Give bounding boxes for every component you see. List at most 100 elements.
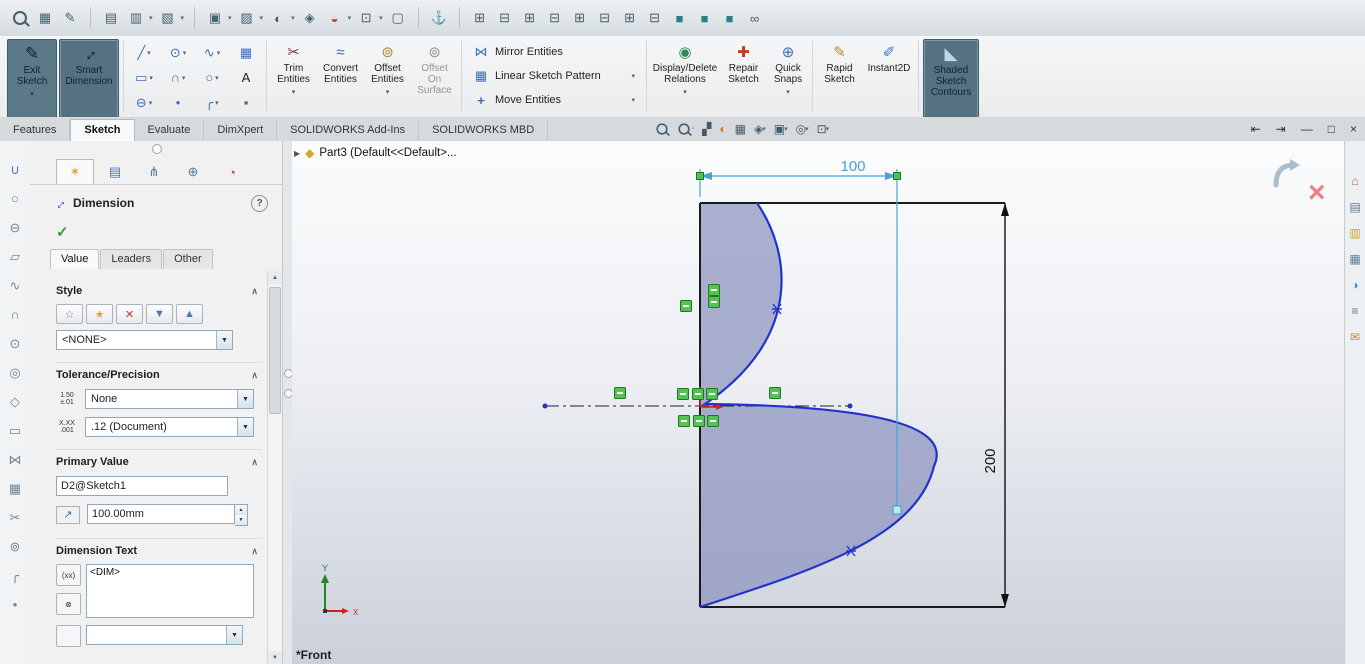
attachment-icon[interactable]: ∞: [745, 7, 765, 29]
mirror-entities-button[interactable]: ⋈ Mirror Entities: [465, 40, 643, 64]
ring-tool-icon[interactable]: ◎: [9, 366, 20, 380]
dimension-value-control[interactable]: 100.00mm ▲ ▼: [87, 504, 248, 526]
slot-tool-icon[interactable]: ⊖ ▾: [127, 90, 161, 115]
save-icon[interactable]: ▧: [158, 7, 178, 29]
propertymanager-tab[interactable]: ✶: [56, 159, 94, 184]
move-entities-button[interactable]: + Move Entities ▾: [465, 88, 643, 112]
view-palette-icon[interactable]: ▦: [1349, 253, 1360, 266]
panel-scrollbar[interactable]: ▲ ▼: [267, 271, 282, 664]
primitive-cube-icon[interactable]: ■: [695, 7, 715, 29]
zoom-fit-icon[interactable]: [655, 122, 669, 136]
window-layout-icon[interactable]: ⊞: [470, 7, 490, 29]
value-spinner[interactable]: ▲ ▼: [235, 504, 248, 526]
edit-appearance-icon[interactable]: ◐: [719, 122, 726, 136]
tab-other[interactable]: Other: [163, 249, 213, 269]
dropdown-arrow-icon[interactable]: ▾: [260, 14, 264, 22]
override-value-icon[interactable]: ↗: [56, 506, 80, 524]
wire-cube-icon[interactable]: ▢: [388, 7, 408, 29]
line-tool-icon[interactable]: ╱ ▾: [127, 40, 161, 65]
file-explorer-icon[interactable]: ▥: [1349, 227, 1360, 240]
dot-icon[interactable]: ▪: [229, 90, 263, 115]
hide-show-items-icon[interactable]: ◎ ▾: [796, 122, 809, 136]
spinner-down-icon[interactable]: ▼: [235, 515, 247, 525]
cancel-sketch-icon[interactable]: ×: [1308, 178, 1326, 208]
home-icon[interactable]: ⌂: [1351, 175, 1358, 188]
spinner-up-icon[interactable]: ▲: [235, 505, 247, 515]
dimension-text-area[interactable]: <DIM>: [86, 564, 254, 618]
dimension-name-field[interactable]: D2@Sketch1: [56, 476, 228, 496]
view-cube-icon[interactable]: ▣: [205, 7, 225, 29]
collapse-chevron-icon[interactable]: ∧: [251, 370, 262, 381]
help-button[interactable]: ?: [251, 195, 268, 212]
fillet-tool-icon[interactable]: ╭: [11, 569, 19, 583]
dropdown-arrow-icon[interactable]: ▾: [786, 87, 790, 98]
delete-style-button[interactable]: ✕: [116, 304, 143, 324]
window-layout-icon[interactable]: ⊞: [520, 7, 540, 29]
tab-features[interactable]: Features: [0, 120, 71, 141]
collapse-chevron-icon[interactable]: ∧: [251, 546, 262, 557]
window-layout-icon[interactable]: ⊟: [545, 7, 565, 29]
precision-dropdown[interactable]: .12 (Document) ▼: [85, 417, 254, 437]
dimension-text-section-header[interactable]: Dimension Text ∧: [56, 545, 262, 557]
display-pane-tab[interactable]: ◔: [214, 160, 250, 184]
mirror-tool-icon[interactable]: ⋈: [9, 453, 22, 467]
window-layout-icon[interactable]: ⊟: [495, 7, 515, 29]
circle-tool-icon[interactable]: ⊙ ▾: [161, 40, 195, 65]
scrollbar-thumb[interactable]: [269, 287, 281, 414]
dropdown-arrow-icon[interactable]: ▾: [379, 14, 383, 22]
fillet-tool-icon[interactable]: ╭ ▾: [195, 90, 229, 115]
dimxpert-pane-tab[interactable]: ⊕: [175, 160, 211, 184]
display-delete-relations-button[interactable]: ◉ Display/Delete Relations ▾: [650, 39, 720, 119]
text-tool-icon[interactable]: A: [229, 65, 263, 90]
airbrush-icon[interactable]: ✎: [60, 7, 80, 29]
dim-text-symbol-button-2[interactable]: ⊗: [56, 593, 81, 615]
tab-dimxpert[interactable]: DimXpert: [204, 120, 278, 141]
sketch-picture-icon[interactable]: ▦: [229, 40, 263, 65]
vertical-dimension[interactable]: 200: [982, 203, 1009, 607]
magnifier-icon[interactable]: [10, 7, 30, 29]
dropdown-arrow-icon[interactable]: ▾: [228, 14, 232, 22]
collapse-chevron-icon[interactable]: ∧: [251, 286, 262, 297]
spline-tool-icon[interactable]: ∿ ▾: [195, 40, 229, 65]
section-view-icon[interactable]: ▞: [702, 122, 711, 136]
dropdown-arrow-icon[interactable]: ▾: [683, 87, 687, 98]
dropdown-arrow-icon[interactable]: ▾: [292, 87, 296, 98]
smart-dimension-button[interactable]: ↔ Smart Dimension: [59, 39, 119, 120]
apply-scene-icon[interactable]: ▦: [735, 122, 746, 136]
centerline-endpoint[interactable]: [847, 403, 853, 409]
cropped-control-icon[interactable]: [56, 625, 81, 647]
dimension-value-field[interactable]: 100.00mm: [87, 504, 235, 524]
dropdown-arrow-icon[interactable]: ▾: [30, 89, 34, 100]
graphics-area[interactable]: ▶ ◆ Part3 (Default<<Default>... 200 100 …: [292, 141, 1345, 664]
panel-resize-handle[interactable]: [152, 144, 162, 154]
dropdown-arrow-icon[interactable]: ▾: [386, 87, 390, 98]
collapse-right-pane-icon[interactable]: ⇥: [1276, 122, 1286, 136]
load-style-button[interactable]: ▲: [176, 304, 203, 324]
appearances-icon[interactable]: ◑: [1351, 279, 1358, 292]
minimize-icon[interactable]: —: [1301, 122, 1313, 136]
dim-text-symbol-button-1[interactable]: (xx): [56, 564, 81, 586]
material-icon[interactable]: ◒: [325, 7, 345, 29]
style-section-header[interactable]: Style ∧: [56, 285, 262, 297]
instant2d-button[interactable]: ✐ Instant2D: [863, 39, 915, 119]
dropdown-arrow-icon[interactable]: ▼: [226, 626, 242, 644]
dropdown-arrow-icon[interactable]: ▼: [237, 390, 253, 408]
exit-sketch-corner-icon[interactable]: [1270, 157, 1304, 191]
tab-value[interactable]: Value: [50, 249, 100, 269]
style-dropdown[interactable]: <NONE> ▼: [56, 330, 233, 350]
dimension-grip[interactable]: [893, 172, 901, 180]
tree-pane-tab[interactable]: ⋔: [136, 160, 172, 184]
pattern-cube-icon[interactable]: ▨: [237, 7, 257, 29]
appearance-sphere-icon[interactable]: ◐: [268, 7, 288, 29]
window-layout-icon[interactable]: ⊟: [595, 7, 615, 29]
point-tool-icon[interactable]: •: [13, 598, 18, 612]
scene-icon[interactable]: ◈: [300, 7, 320, 29]
stamp-icon[interactable]: ▤: [101, 7, 121, 29]
window-layout-icon[interactable]: ⊟: [645, 7, 665, 29]
design-library-icon[interactable]: ▤: [1349, 201, 1360, 214]
ellipse-tool-icon[interactable]: ○ ▾: [195, 65, 229, 90]
save-style-button[interactable]: ▼: [146, 304, 173, 324]
rectangle-tool-icon[interactable]: ▭: [9, 424, 21, 438]
window-layout-icon[interactable]: ⊞: [620, 7, 640, 29]
point-tool-icon[interactable]: •: [161, 90, 195, 115]
